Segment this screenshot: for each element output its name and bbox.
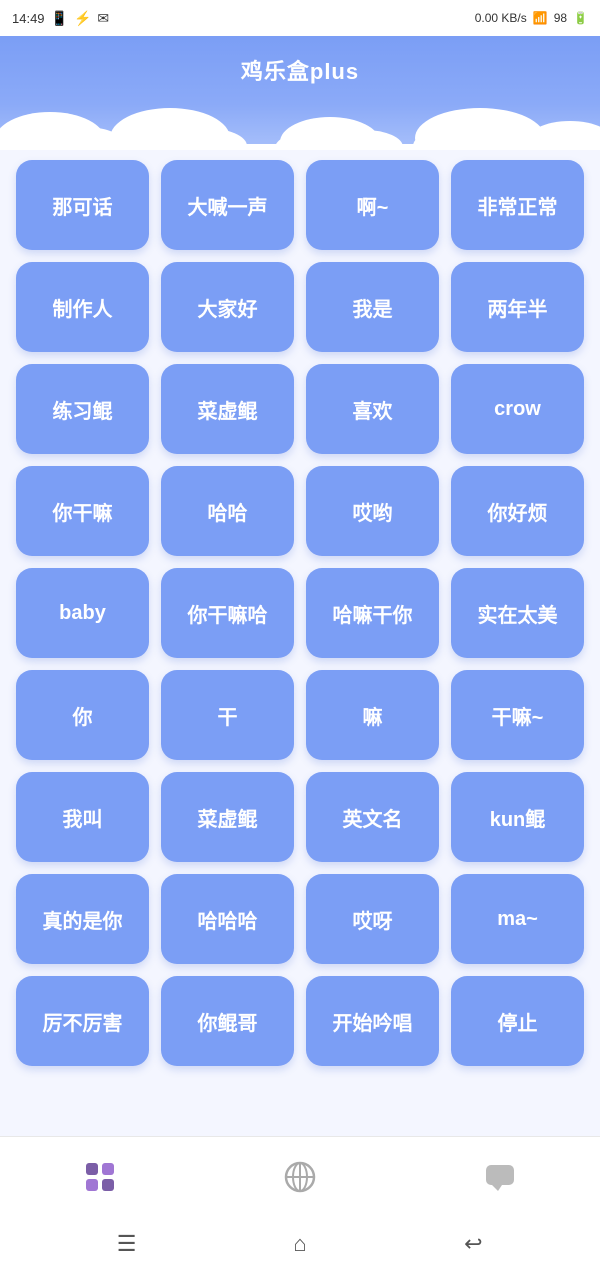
battery-level: 98 (554, 11, 567, 25)
nav-home[interactable] (0, 1137, 200, 1216)
sound-button-9[interactable]: 菜虚鲲 (161, 364, 294, 454)
messages-nav-icon (482, 1159, 518, 1195)
cloud-decoration (0, 100, 600, 150)
discover-nav-icon (282, 1159, 318, 1195)
sound-button-5[interactable]: 大家好 (161, 262, 294, 352)
sim-icon: 📱 (51, 10, 68, 27)
sound-button-31[interactable]: ma~ (451, 874, 584, 964)
button-grid: 那可话大喊一声啊~非常正常制作人大家好我是两年半练习鲲菜虚鲲喜欢crow你干嘛哈… (16, 160, 584, 1066)
sound-button-22[interactable]: 嘛 (306, 670, 439, 760)
sound-button-13[interactable]: 哈哈 (161, 466, 294, 556)
sound-button-8[interactable]: 练习鲲 (16, 364, 149, 454)
wifi-icon: 📶 (533, 11, 548, 25)
sound-button-10[interactable]: 喜欢 (306, 364, 439, 454)
sound-button-25[interactable]: 菜虚鲲 (161, 772, 294, 862)
bottom-nav (0, 1136, 600, 1216)
app-title: 鸡乐盒plus (0, 46, 600, 100)
status-right: 0.00 KB/s 📶 98 🔋 (475, 11, 588, 25)
sound-button-2[interactable]: 啊~ (306, 160, 439, 250)
sys-home-button[interactable]: ⌂ (280, 1231, 320, 1257)
status-bar: 14:49 📱 ⚡ ✉ 0.00 KB/s 📶 98 🔋 (0, 0, 600, 36)
status-left: 14:49 📱 ⚡ ✉ (12, 10, 109, 27)
sys-menu-button[interactable]: ☰ (107, 1231, 147, 1257)
sound-button-21[interactable]: 干 (161, 670, 294, 760)
header: 鸡乐盒plus (0, 36, 600, 150)
sound-button-1[interactable]: 大喊一声 (161, 160, 294, 250)
sound-button-18[interactable]: 哈嘛干你 (306, 568, 439, 658)
sys-nav-bar: ☰ ⌂ ↩ (0, 1216, 600, 1272)
sound-button-28[interactable]: 真的是你 (16, 874, 149, 964)
sound-button-29[interactable]: 哈哈哈 (161, 874, 294, 964)
sound-button-23[interactable]: 干嘛~ (451, 670, 584, 760)
usb-icon: ⚡ (74, 10, 91, 27)
battery-icon: 🔋 (573, 11, 588, 25)
sound-button-30[interactable]: 哎呀 (306, 874, 439, 964)
sound-button-35[interactable]: 停止 (451, 976, 584, 1066)
sound-button-4[interactable]: 制作人 (16, 262, 149, 352)
sound-button-0[interactable]: 那可话 (16, 160, 149, 250)
sound-button-19[interactable]: 实在太美 (451, 568, 584, 658)
sound-button-26[interactable]: 英文名 (306, 772, 439, 862)
sound-button-33[interactable]: 你鲲哥 (161, 976, 294, 1066)
mail-icon: ✉ (97, 10, 109, 27)
sys-back-button[interactable]: ↩ (453, 1231, 493, 1257)
home-nav-icon (82, 1159, 118, 1195)
sound-button-34[interactable]: 开始吟唱 (306, 976, 439, 1066)
sound-button-6[interactable]: 我是 (306, 262, 439, 352)
sound-button-3[interactable]: 非常正常 (451, 160, 584, 250)
sound-button-14[interactable]: 哎哟 (306, 466, 439, 556)
sound-button-20[interactable]: 你 (16, 670, 149, 760)
sound-button-16[interactable]: baby (16, 568, 149, 658)
button-grid-area: 那可话大喊一声啊~非常正常制作人大家好我是两年半练习鲲菜虚鲲喜欢crow你干嘛哈… (0, 150, 600, 1136)
network-speed: 0.00 KB/s (475, 11, 527, 25)
sound-button-24[interactable]: 我叫 (16, 772, 149, 862)
status-time: 14:49 (12, 11, 45, 26)
nav-discover[interactable] (200, 1137, 400, 1216)
sound-button-7[interactable]: 两年半 (451, 262, 584, 352)
sound-button-27[interactable]: kun鲲 (451, 772, 584, 862)
nav-messages[interactable] (400, 1137, 600, 1216)
sound-button-17[interactable]: 你干嘛哈 (161, 568, 294, 658)
sound-button-32[interactable]: 厉不厉害 (16, 976, 149, 1066)
sound-button-12[interactable]: 你干嘛 (16, 466, 149, 556)
sound-button-15[interactable]: 你好烦 (451, 466, 584, 556)
sound-button-11[interactable]: crow (451, 364, 584, 454)
